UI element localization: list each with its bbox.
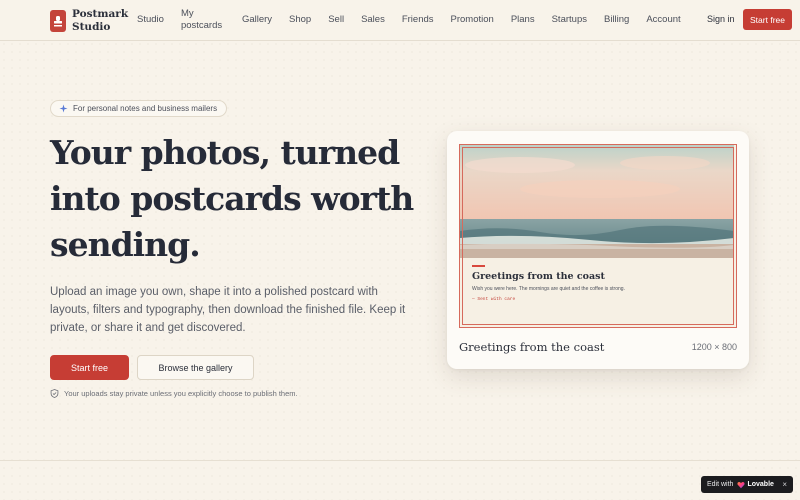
- hero-badge: For personal notes and business mailers: [50, 100, 228, 117]
- nav-friends[interactable]: Friends: [402, 14, 434, 26]
- lovable-heart-icon: [737, 481, 746, 488]
- brand-logo[interactable]: Postmark Studio: [50, 8, 129, 34]
- nav-studio[interactable]: Studio: [137, 14, 164, 26]
- lovable-brand: Lovable: [747, 481, 774, 488]
- browse-gallery-button[interactable]: Browse the gallery: [137, 355, 254, 380]
- postcard-text-block: Greetings from the coast Wish you were h…: [472, 265, 722, 302]
- stamp-icon: [50, 10, 66, 32]
- postcard-preview-card[interactable]: Greetings from the coast Wish you were h…: [447, 131, 749, 369]
- close-icon[interactable]: ×: [782, 480, 787, 489]
- start-free-nav-button[interactable]: Start free: [743, 9, 792, 30]
- nav-sell[interactable]: Sell: [328, 14, 344, 26]
- lovable-prefix: Edit with: [707, 481, 734, 488]
- shield-check-icon: [50, 389, 59, 398]
- postcard-signature: — Sent with care: [472, 297, 516, 302]
- postcard-preview: Greetings from the coast Wish you were h…: [459, 144, 737, 328]
- privacy-note: Your uploads stay private unless you exp…: [50, 389, 298, 398]
- top-navbar: Postmark Studio Studio My postcards Gall…: [0, 0, 800, 41]
- hero-subtext: Upload an image you own, shape it into a…: [50, 286, 406, 334]
- start-free-button[interactable]: Start free: [50, 355, 129, 380]
- brand-name: Postmark Studio: [72, 8, 129, 33]
- postcard-title: Greetings from the coast: [472, 271, 605, 282]
- card-dimensions: 1200 × 800: [691, 342, 737, 352]
- nav-plans[interactable]: Plans: [511, 14, 535, 26]
- main-nav: Studio My postcards Gallery Shop Sell Sa…: [137, 0, 698, 40]
- nav-startups[interactable]: Startups: [552, 14, 587, 26]
- nav-sales[interactable]: Sales: [361, 14, 385, 26]
- card-title: Greetings from the coast: [459, 340, 605, 354]
- privacy-note-text: Your uploads stay private unless you exp…: [64, 389, 298, 398]
- nav-account[interactable]: Account: [646, 14, 680, 26]
- nav-gallery[interactable]: Gallery: [242, 14, 272, 26]
- section-divider: [0, 460, 800, 461]
- sparkle-icon: [59, 104, 68, 113]
- nav-my-postcards[interactable]: My postcards: [181, 8, 225, 32]
- badge-text: For personal notes and business mailers: [73, 104, 218, 113]
- accent-rule: [472, 265, 485, 267]
- edit-with-lovable-badge[interactable]: Edit with Lovable ×: [701, 476, 793, 493]
- nav-billing[interactable]: Billing: [604, 14, 629, 26]
- nav-shop[interactable]: Shop: [289, 14, 311, 26]
- sign-in-link[interactable]: Sign in: [707, 14, 735, 24]
- postcard-body: Wish you were here. The mornings are qui…: [472, 286, 625, 292]
- hero-headline: Your photos, turned into postcards worth…: [50, 133, 414, 264]
- nav-promotion[interactable]: Promotion: [451, 14, 494, 26]
